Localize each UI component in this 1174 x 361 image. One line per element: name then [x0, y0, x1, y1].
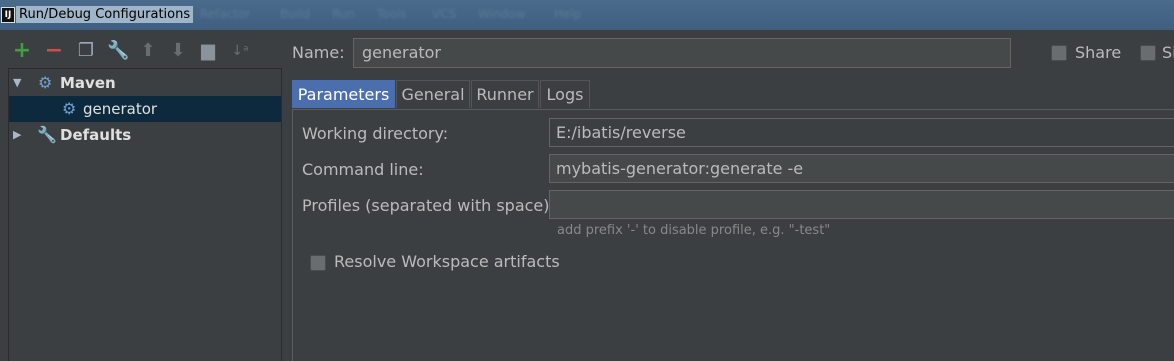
tree-item-defaults[interactable]: ▶ 🔧 Defaults: [9, 122, 281, 148]
remove-icon[interactable]: −: [44, 40, 64, 62]
menu-window: Window: [478, 7, 526, 21]
move-up-icon[interactable]: ⬆: [138, 40, 158, 62]
working-directory-label: Working directory:: [302, 124, 449, 143]
intellij-app-icon: IJ: [1, 7, 15, 23]
menu-build: Build: [280, 7, 311, 21]
tab-parameters[interactable]: Parameters: [292, 80, 395, 108]
profiles-hint: add prefix '-' to disable profile, e.g. …: [557, 223, 831, 238]
window-title: Run/Debug Configurations: [16, 6, 194, 23]
resolve-workspace-label: Resolve Workspace artifacts: [334, 252, 560, 271]
gear-icon: ⚙: [62, 99, 77, 118]
tree-item-generator[interactable]: ⚙ generator: [9, 96, 281, 122]
working-directory-field[interactable]: E:/ibatis/reverse: [549, 118, 1174, 147]
menu-refactor: Refactor: [200, 7, 251, 21]
expanded-arrow-icon[interactable]: ▼: [13, 70, 21, 96]
config-toolbar: + − ❐ 🔧 ⬆ ⬇ ▆ ↓ᵃ: [10, 40, 270, 64]
folder-icon[interactable]: ▆: [198, 40, 218, 62]
resolve-workspace-checkbox[interactable]: [310, 255, 326, 271]
single-instance-checkbox[interactable]: [1140, 45, 1156, 61]
share-checkbox[interactable]: [1051, 45, 1067, 61]
parameters-panel: Working directory: E:/ibatis/reverse Com…: [292, 109, 1174, 361]
edit-defaults-icon[interactable]: 🔧: [107, 40, 129, 62]
command-line-label: Command line:: [302, 160, 424, 179]
profiles-label: Profiles (separated with space):: [302, 196, 555, 215]
command-line-field[interactable]: mybatis-generator:generate -e: [549, 154, 1174, 183]
wrench-icon: 🔧: [37, 125, 57, 144]
sort-icon[interactable]: ↓ᵃ: [230, 40, 250, 62]
collapsed-arrow-icon[interactable]: ▶: [13, 122, 21, 148]
tree-item-label: generator: [83, 100, 158, 118]
name-label: Name:: [292, 43, 345, 62]
menu-vcs: VCS: [432, 7, 457, 21]
add-icon[interactable]: +: [12, 40, 32, 62]
menu-tools: Tools: [377, 7, 407, 21]
gear-icon: ⚙: [38, 73, 53, 92]
title-bar: IJ Run/Debug Configurations Refactor Bui…: [0, 0, 1174, 30]
share-label: Share: [1075, 43, 1122, 62]
tab-general[interactable]: General: [396, 80, 470, 108]
single-instance-label: Si: [1162, 43, 1174, 62]
menu-run: Run: [332, 7, 356, 21]
menu-help: Help: [554, 7, 582, 21]
tree-item-maven[interactable]: ▼ ⚙ Maven: [9, 70, 281, 96]
tab-logs[interactable]: Logs: [540, 80, 590, 108]
name-field[interactable]: generator: [353, 38, 1011, 68]
profiles-field[interactable]: [549, 190, 1174, 219]
configuration-tree: ▼ ⚙ Maven ⚙ generator ▶ 🔧 Defaults: [8, 68, 282, 361]
tab-runner[interactable]: Runner: [471, 80, 539, 108]
move-down-icon[interactable]: ⬇: [168, 40, 188, 62]
tree-item-label: Maven: [60, 74, 116, 92]
copy-icon[interactable]: ❐: [76, 40, 96, 62]
tree-item-label: Defaults: [60, 126, 132, 144]
